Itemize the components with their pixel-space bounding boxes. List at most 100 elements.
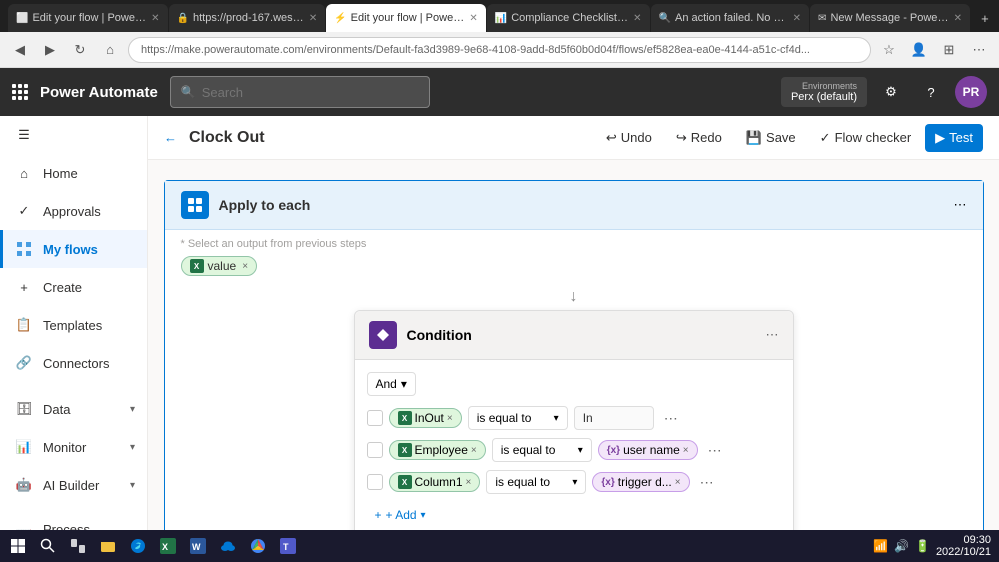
svg-text:W: W — [192, 542, 201, 552]
redo-button[interactable]: ↪ Redo — [666, 124, 732, 152]
sidebar-item-process-advisor[interactable]: 📈 Process advisor — [0, 512, 147, 530]
flow-checker-button[interactable]: ✓ Flow checker — [810, 124, 921, 152]
system-clock: 09:30 2022/10/21 — [936, 534, 991, 558]
app-header-right: Environments Perx (default) ⚙ ? PR — [781, 76, 987, 108]
row-3-menu[interactable]: ⋯ — [696, 472, 718, 493]
sidebar-item-collapse[interactable]: ☰ — [0, 116, 147, 154]
condition-check-1[interactable] — [367, 410, 383, 426]
condition-op-3[interactable]: is equal to ▾ — [486, 470, 586, 494]
start-button[interactable] — [4, 532, 32, 560]
sidebar-item-data[interactable]: 🗄 Data ▾ — [0, 390, 147, 428]
taskbar-onedrive[interactable] — [214, 532, 242, 560]
data-icon: 🗄 — [15, 400, 33, 418]
global-search[interactable]: 🔍 — [170, 76, 430, 108]
waffle-dot — [24, 96, 28, 100]
condition-body: And ▾ X InOut — [355, 360, 793, 530]
environment-selector[interactable]: Environments Perx (default) — [781, 77, 867, 107]
task-view-button[interactable] — [64, 532, 92, 560]
settings-icon[interactable]: ⚙ — [875, 76, 907, 108]
help-icon[interactable]: ? — [915, 76, 947, 108]
username-close[interactable]: × — [683, 445, 689, 456]
excel-icon: X — [190, 259, 204, 273]
token-close-button[interactable]: × — [242, 261, 248, 272]
sidebar-item-templates[interactable]: 📋 Templates — [0, 306, 147, 344]
add-condition-button[interactable]: + + Add ▾ — [367, 502, 434, 528]
favorites-button[interactable]: ☆ — [877, 38, 901, 62]
tab-4[interactable]: 📊 Compliance Checklist ... ✕ — [487, 4, 650, 32]
battery-icon: 🔋 — [915, 539, 930, 553]
condition-check-2[interactable] — [367, 442, 383, 458]
tab-6[interactable]: ✉ New Message - Power... ✕ — [810, 4, 970, 32]
settings-menu-button[interactable]: ⋯ — [967, 38, 991, 62]
back-nav-button[interactable]: ◀ — [8, 38, 32, 62]
env-label: Environments — [791, 81, 857, 91]
tab-1[interactable]: ⬜ Edit your flow | Power... ✕ — [8, 4, 168, 32]
sidebar-item-monitor[interactable]: 📊 Monitor ▾ — [0, 428, 147, 466]
sidebar-item-create[interactable]: + Create — [0, 268, 147, 306]
search-input[interactable] — [202, 85, 362, 100]
column1-close[interactable]: × — [466, 477, 472, 488]
taskbar-file-explorer[interactable] — [94, 532, 122, 560]
extensions-button[interactable]: ⊞ — [937, 38, 961, 62]
taskbar-excel[interactable]: X — [154, 532, 182, 560]
sidebar-item-my-flows-label: My flows — [43, 242, 98, 257]
tab-4-close[interactable]: ✕ — [633, 13, 641, 24]
undo-label: Undo — [621, 130, 652, 145]
sidebar-item-home[interactable]: ⌂ Home — [0, 154, 147, 192]
and-dropdown[interactable]: And ▾ — [367, 372, 416, 396]
refresh-button[interactable]: ↻ — [68, 38, 92, 62]
address-bar[interactable]: https://make.powerautomate.com/environme… — [128, 37, 871, 63]
taskbar-edge[interactable] — [124, 532, 152, 560]
main-area: ☰ ⌂ Home ✓ Approvals My flows — [0, 116, 999, 530]
value-token: X value × — [181, 256, 258, 276]
browser-frame: ⬜ Edit your flow | Power... ✕ 🔒 https://… — [0, 0, 999, 562]
tab-5-close[interactable]: ✕ — [793, 13, 801, 24]
condition-menu[interactable]: ⋯ — [766, 327, 779, 343]
undo-icon: ↩ — [606, 130, 617, 146]
sidebar-item-ai-builder[interactable]: 🤖 AI Builder ▾ — [0, 466, 147, 504]
condition-op-2[interactable]: is equal to ▾ — [492, 438, 592, 462]
tab-5-label: An action failed. No d... — [675, 12, 789, 24]
tab-3-close[interactable]: ✕ — [469, 13, 477, 24]
tab-2[interactable]: 🔒 https://prod-167.west... ✕ — [169, 4, 326, 32]
waffle-icon[interactable] — [12, 84, 28, 100]
sidebar-item-connectors[interactable]: 🔗 Connectors — [0, 344, 147, 382]
tab-6-close[interactable]: ✕ — [954, 13, 962, 24]
condition-val-1[interactable]: In — [574, 406, 654, 430]
test-button[interactable]: ▶ Test — [925, 124, 983, 152]
taskbar-teams[interactable]: T — [274, 532, 302, 560]
trigger-close[interactable]: × — [675, 477, 681, 488]
employee-close[interactable]: × — [471, 445, 477, 456]
row-1-menu[interactable]: ⋯ — [660, 408, 682, 429]
new-tab-button[interactable]: + — [971, 4, 999, 32]
apply-each-menu[interactable]: ⋯ — [954, 197, 967, 213]
condition-row-3: X Column1 × is equal to ▾ — [367, 470, 781, 494]
expression-icon-2: {x} — [607, 445, 620, 456]
sidebar-item-my-flows[interactable]: My flows — [0, 230, 147, 268]
tab-3[interactable]: ⚡ Edit your flow | Power... ✕ — [326, 4, 486, 32]
home-nav-button[interactable]: ⌂ — [98, 38, 122, 62]
flow-canvas: Apply to each ⋯ * Select an output from … — [148, 160, 999, 530]
taskbar-word[interactable]: W — [184, 532, 212, 560]
condition-check-3[interactable] — [367, 474, 383, 490]
row-2-menu[interactable]: ⋯ — [704, 440, 726, 461]
svg-text:X: X — [162, 542, 168, 552]
avatar[interactable]: PR — [955, 76, 987, 108]
inout-close[interactable]: × — [447, 413, 453, 424]
profile-icon[interactable]: 👤 — [907, 38, 931, 62]
sidebar-item-approvals[interactable]: ✓ Approvals — [0, 192, 147, 230]
taskbar-chrome[interactable] — [244, 532, 272, 560]
undo-button[interactable]: ↩ Undo — [596, 124, 662, 152]
back-button[interactable]: ← — [164, 130, 177, 145]
forward-nav-button[interactable]: ▶ — [38, 38, 62, 62]
tab-2-close[interactable]: ✕ — [309, 13, 317, 24]
taskbar-search-button[interactable] — [34, 532, 62, 560]
condition-op-1[interactable]: is equal to ▾ — [468, 406, 568, 430]
tab-5[interactable]: 🔍 An action failed. No d... ✕ — [651, 4, 810, 32]
tab-1-close[interactable]: ✕ — [151, 13, 159, 24]
app-container: Power Automate 🔍 Environments Perx (defa… — [0, 68, 999, 530]
op-1-label: is equal to — [477, 411, 532, 425]
save-button[interactable]: 💾 Save — [736, 124, 806, 152]
waffle-dot — [12, 90, 16, 94]
waffle-dot — [24, 90, 28, 94]
